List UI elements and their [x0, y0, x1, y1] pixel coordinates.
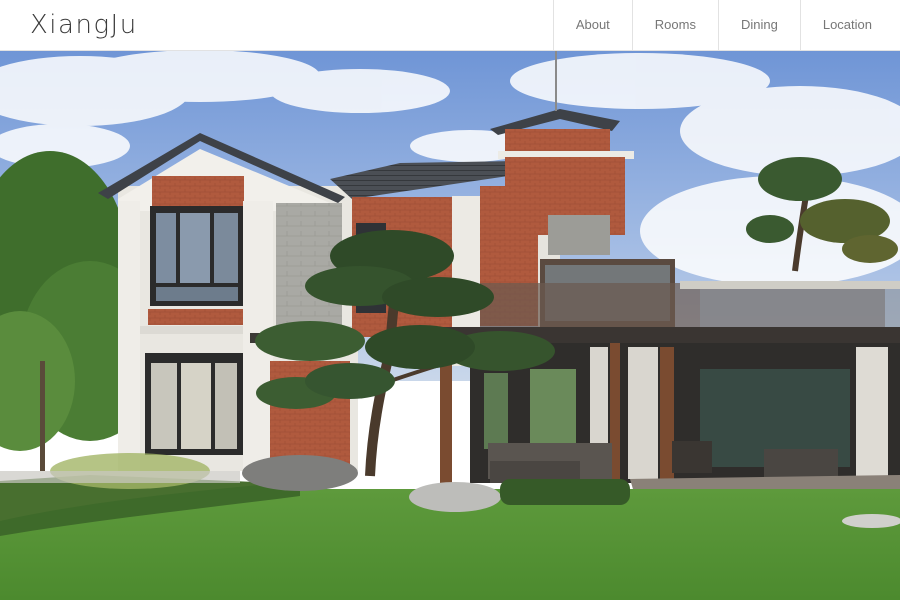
nav-dining[interactable]: Dining [717, 0, 800, 50]
main-nav: About Rooms Dining Location [552, 0, 900, 50]
site-header: XiangJu About Rooms Dining Location [0, 0, 900, 51]
hero-image [0, 51, 900, 600]
site-logo[interactable]: XiangJu [30, 6, 138, 44]
nav-about[interactable]: About [552, 0, 632, 50]
hero-house-photo [0, 51, 900, 600]
hedge [500, 479, 630, 505]
nav-location[interactable]: Location [799, 0, 900, 50]
nav-rooms[interactable]: Rooms [631, 0, 718, 50]
